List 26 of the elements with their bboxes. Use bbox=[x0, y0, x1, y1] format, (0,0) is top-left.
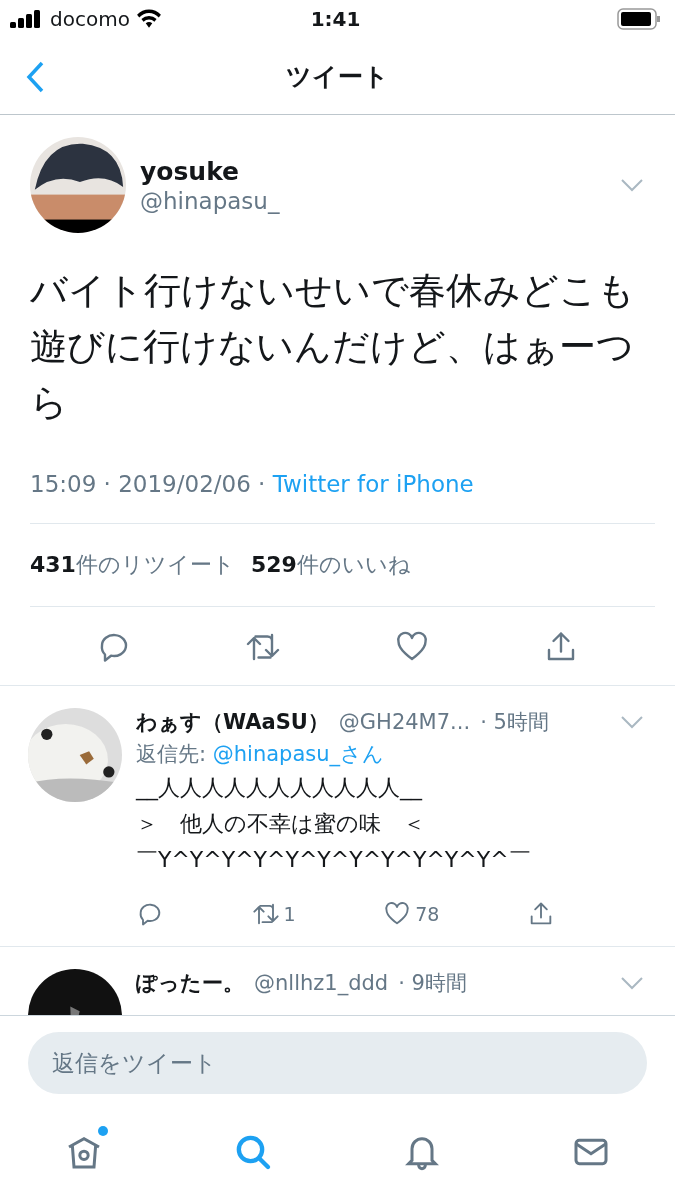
status-time: 1:41 bbox=[310, 7, 361, 31]
reply-text-line: __人人人人人人人人人人人__ bbox=[136, 774, 424, 803]
user-name: yosuke bbox=[140, 156, 241, 186]
reply-text-line: ￣Y^Y^Y^Y^Y^Y^Y^Y^Y^Y^Y^￣ bbox=[136, 846, 532, 874]
notification-dot bbox=[98, 1126, 109, 1136]
tweet-meta: 15:09 · 2019/02/06 · Twitter for iPhone bbox=[30, 471, 655, 524]
reply-author-name: ぽったー。 bbox=[136, 970, 244, 997]
reply-age: · 5時間 bbox=[480, 709, 549, 736]
carrier-name: docomo bbox=[50, 7, 130, 31]
battery-icon bbox=[617, 8, 661, 30]
nav-title: ツイート bbox=[286, 60, 389, 93]
retweet-count: 1 bbox=[283, 903, 296, 925]
wifi-icon bbox=[135, 9, 162, 29]
reply-author-handle: @GH24M7... bbox=[338, 710, 471, 734]
tweet-text: バイト行けないせいで春休みどこも遊びに行けないんだけど、はぁーつら bbox=[29, 268, 636, 426]
reply-age: · 9時間 bbox=[398, 970, 467, 997]
like-count: 78 bbox=[415, 903, 440, 925]
reply-author-name: わぁす（WAaSU） bbox=[136, 709, 329, 736]
reply-to-line: 返信先: @hinapasu_さん bbox=[136, 741, 386, 768]
reply-input-field[interactable]: 返信をツイート bbox=[28, 1032, 647, 1094]
back-icon[interactable] bbox=[24, 60, 46, 94]
reply-author-handle: @nllhz1_ddd bbox=[254, 971, 389, 995]
reply-text-line: ＞ 他人の不幸は蜜の味 ＜ bbox=[136, 810, 426, 838]
like-count[interactable]: 529件のいいね bbox=[250, 550, 411, 580]
user-handle: @hinapasu_ bbox=[140, 187, 281, 214]
retweet-count[interactable]: 431件のリツイート bbox=[30, 550, 235, 580]
